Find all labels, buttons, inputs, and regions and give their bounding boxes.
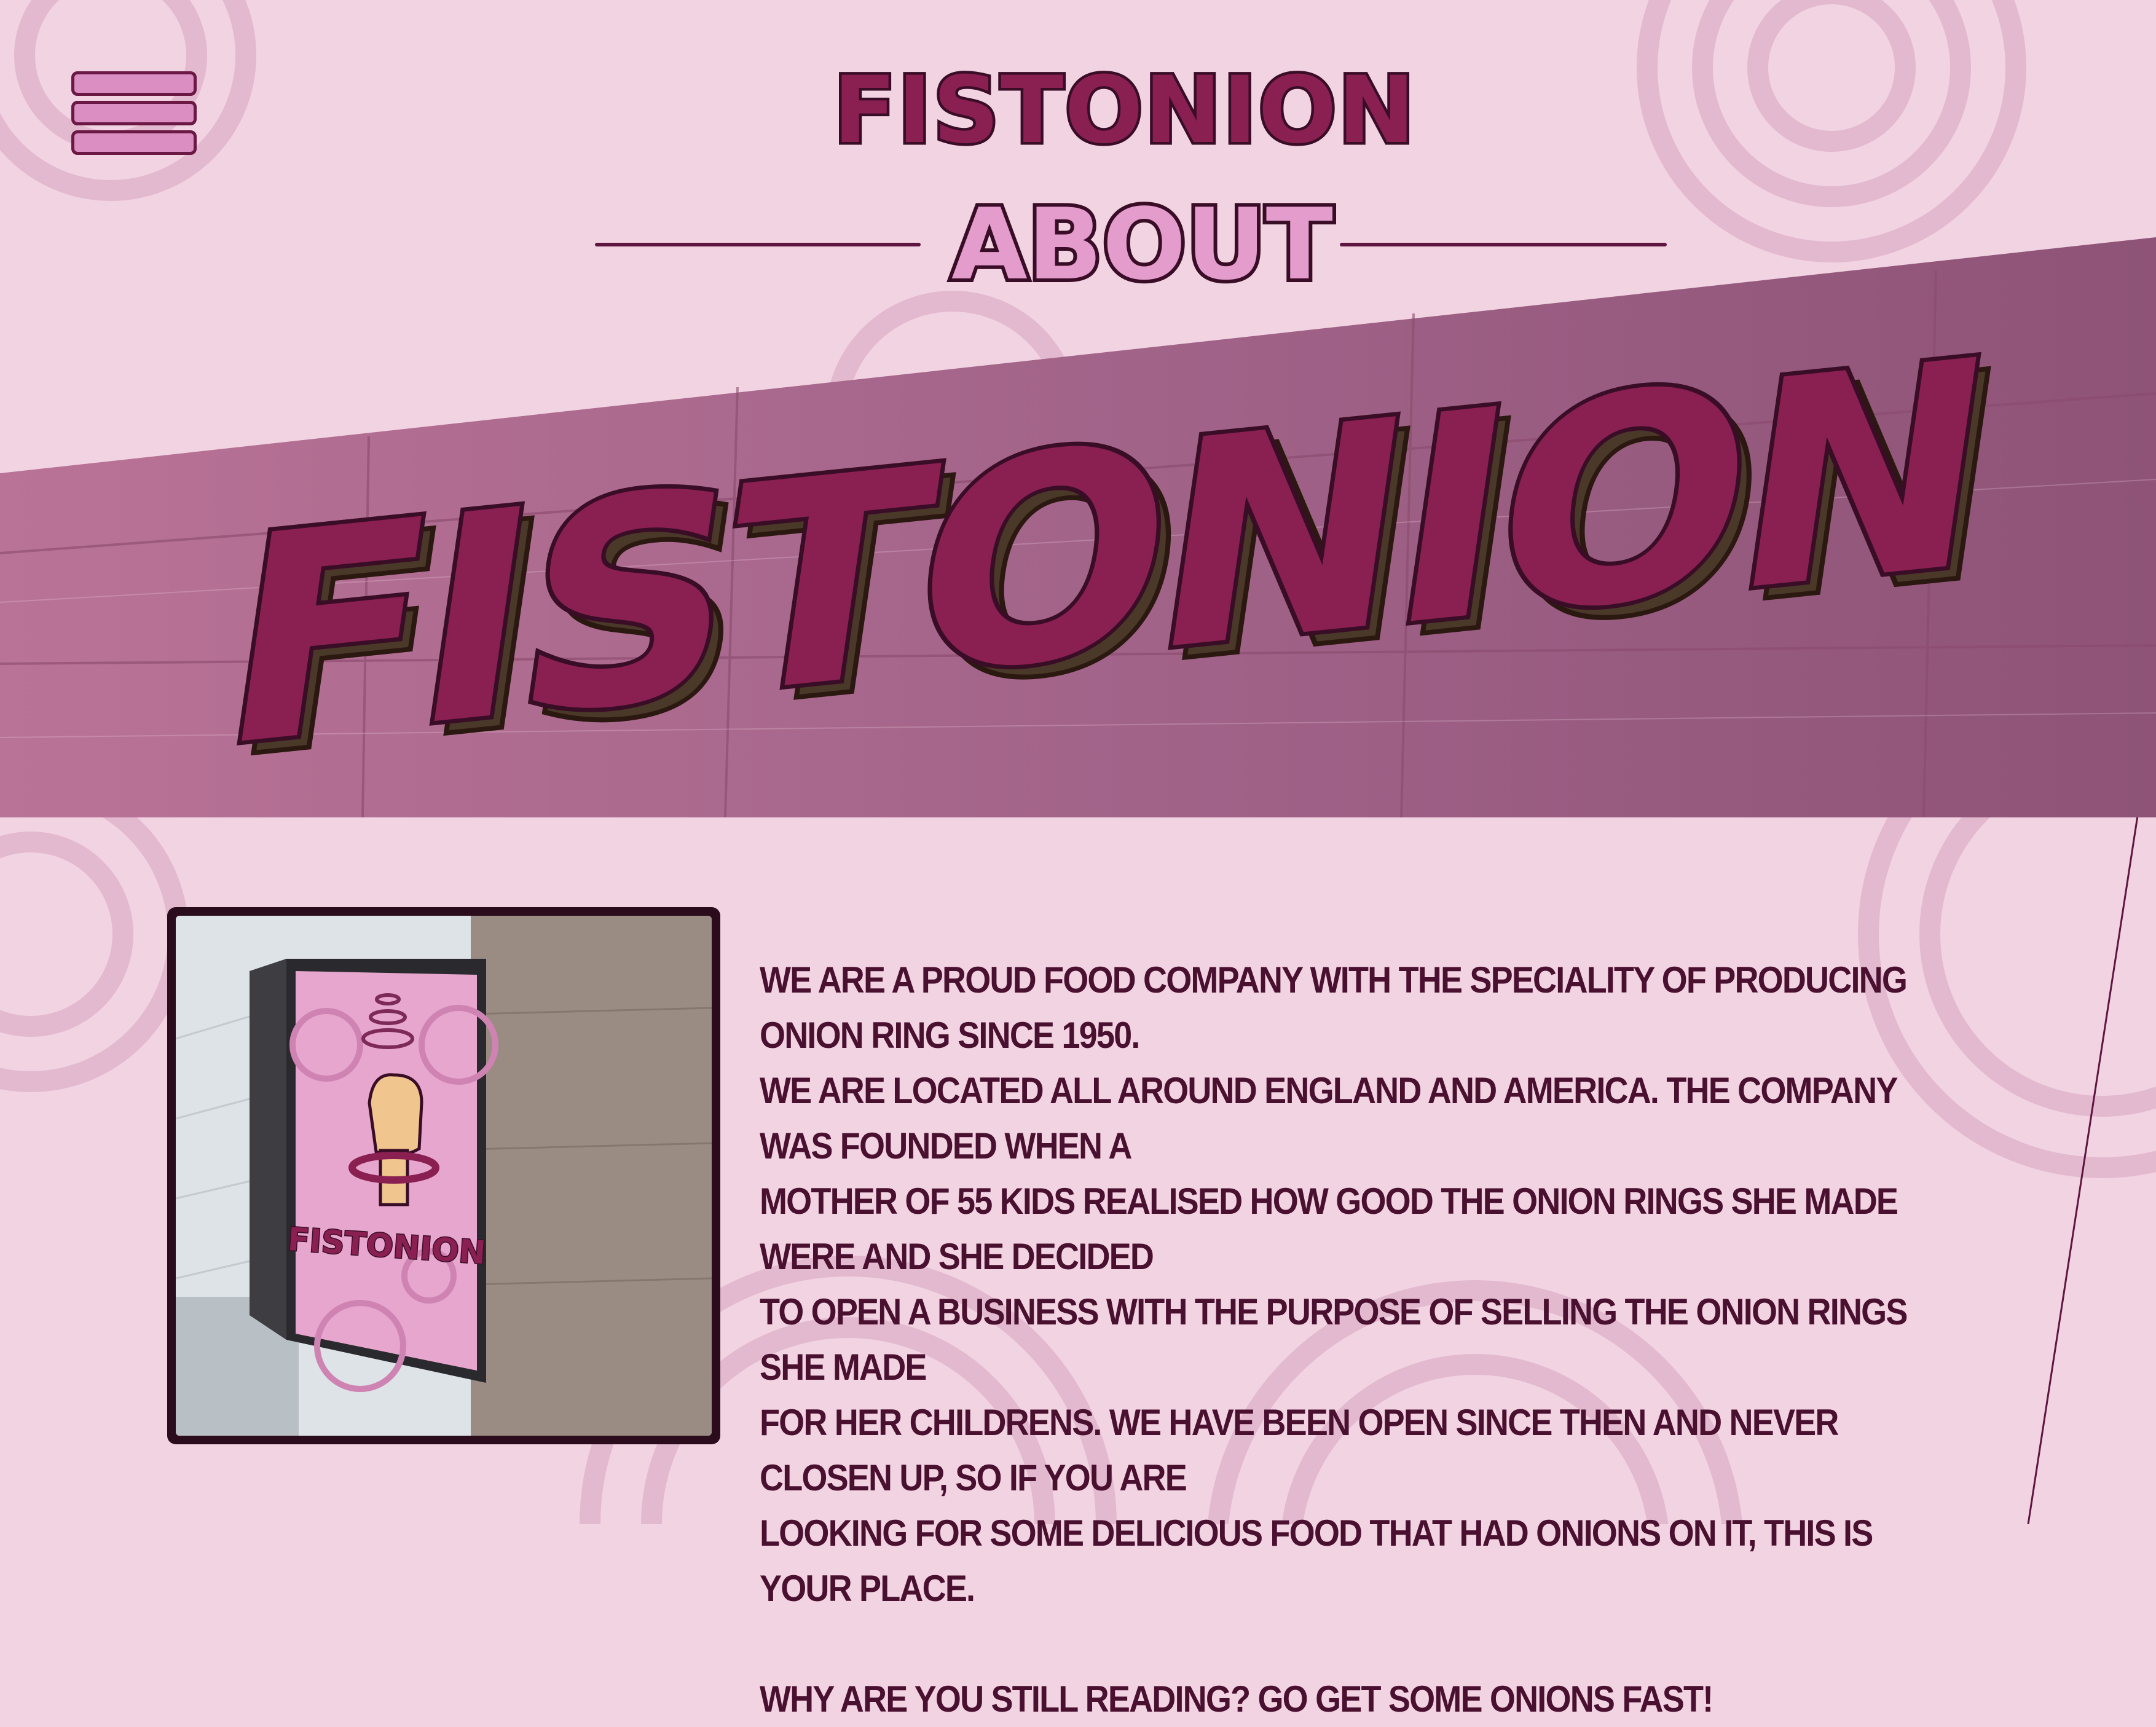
brand-name: FISTONION: [830, 57, 1418, 164]
about-description: We are a proud food company with the spe…: [760, 953, 1949, 1727]
brand-logo[interactable]: FISTONION: [830, 55, 1418, 166]
about-line: We are a proud food company with the spe…: [760, 959, 1908, 1056]
about-line: looking for some delicious food that had…: [760, 1513, 1873, 1609]
about-closing-line: Why are you still reading? Go get some o…: [760, 1678, 1713, 1720]
storefront-banner: FISTONION FISTONION: [0, 237, 2156, 824]
about-line: for her childrens. We have been open sin…: [760, 1402, 1839, 1498]
menu-button[interactable]: [71, 71, 197, 155]
about-line: We are located all around England and Am…: [760, 1070, 1897, 1166]
store-sign-photo: FISTONION: [167, 907, 720, 1444]
about-line: mother of 55 kids realised how good the …: [760, 1181, 1898, 1277]
hamburger-menu-icon: [71, 71, 197, 96]
about-line: to open a business with the purpose of s…: [760, 1291, 1908, 1388]
store-sign-image: FISTONION: [176, 916, 712, 1436]
